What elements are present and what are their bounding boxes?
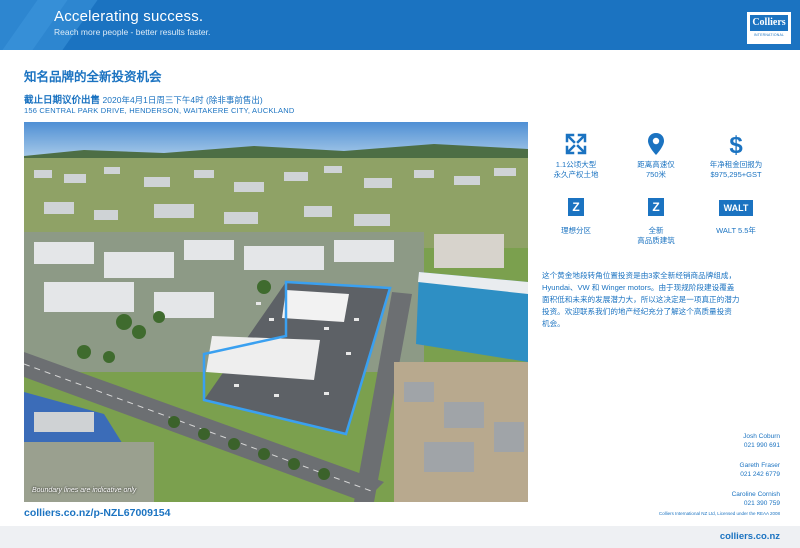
contact-phone[interactable]: 021 390 759 [660,499,780,508]
header-subtitle: Reach more people - better results faste… [54,27,211,37]
description-line: 面积低和未来的发展潜力大，所以这决定是一项真正的潜力 [542,295,740,304]
feature-zoning: Z 理想分区 [536,198,616,236]
feature-label: 1.1公顷大型 [555,160,597,169]
logo-name: Colliers [750,15,788,31]
feature-label: 年净租金回报为 [709,160,763,169]
description-line: 这个黄金地段转角位置投资是由3家全新经销商品牌组成， [542,271,737,280]
feature-land-area: 1.1公顷大型 永久产权土地 [536,132,616,180]
colliers-logo[interactable]: Colliers INTERNATIONAL [746,11,792,45]
feature-label: 750米 [645,170,666,179]
listing-link[interactable]: colliers.co.nz/p-NZL67009154 [24,507,170,519]
expand-arrows-icon [536,132,616,156]
contact-name: Josh Coburn [743,433,780,440]
description-line: 机会。 [542,319,565,328]
feature-label: 距离高速仅 [637,160,675,169]
property-address: 156 CENTRAL PARK DRIVE, HENDERSON, WAITA… [24,106,295,115]
contact-item: Caroline Cornish 021 390 759 [660,490,780,508]
zone-z-icon: Z [616,198,696,222]
boundary-note: Boundary lines are indicative only [32,487,137,494]
property-description: 这个黄金地段转角位置投资是由3家全新经销商品牌组成， Hyundai、VW 和 … [542,270,774,330]
feature-walt: WALT WALT 5.5年 [696,198,776,236]
aerial-photo [24,122,528,502]
dollar-icon: $ [696,132,776,159]
feature-label: 全新 [648,226,664,235]
contact-item: Gareth Fraser 021 242 6779 [660,461,780,479]
contact-name: Gareth Fraser [739,462,780,469]
contact-phone[interactable]: 021 990 691 [660,441,780,450]
logo-tagline: INTERNATIONAL [753,33,785,37]
header-banner: Accelerating success. Reach more people … [0,0,800,50]
description-line: 投资。欢迎联系我们的地产经纪充分了解这个高质量投资 [542,307,732,316]
agent-contacts: Josh Coburn 021 990 691 Gareth Fraser 02… [660,432,780,519]
license-text: Colliers International NZ Ltd, Licensed … [658,511,780,516]
contact-phone[interactable]: 021 242 6779 [660,470,780,479]
footer-bar: colliers.co.nz [0,526,800,548]
zone-z-icon: Z [536,198,616,222]
listing-heading: 知名品牌的全新投资机会 [24,70,162,84]
feature-label: 理想分区 [561,226,591,235]
sale-info: 截止日期议价出售 2020年4月1日周三下午4时 (除非事前售出) [24,92,263,106]
feature-label: $975,295+GST [710,170,762,179]
feature-rental-return: $ 年净租金回报为 $975,295+GST [696,132,776,180]
description-line: Hyundai、VW 和 Winger motors。由于现规阶段建设覆盖 [542,283,735,292]
header-title: Accelerating success. [54,8,204,25]
deadline: 2020年4月1日周三下午4时 (除非事前售出) [102,95,263,105]
feature-motorway-distance: 距离高速仅 750米 [616,132,696,180]
svg-text:$: $ [729,132,743,156]
feature-label: WALT 5.5年 [716,226,756,235]
contact-name: Caroline Cornish [731,491,780,498]
site-link[interactable]: colliers.co.nz [720,531,780,542]
feature-new-building: Z 全新 高品质建筑 [616,198,696,246]
feature-label: 永久产权土地 [553,170,599,179]
walt-badge-icon: WALT [696,198,776,222]
contact-item: Josh Coburn 021 990 691 [660,432,780,450]
feature-label: 高品质建筑 [637,236,675,245]
location-pin-icon [616,132,696,156]
sale-method: 截止日期议价出售 [24,95,101,106]
